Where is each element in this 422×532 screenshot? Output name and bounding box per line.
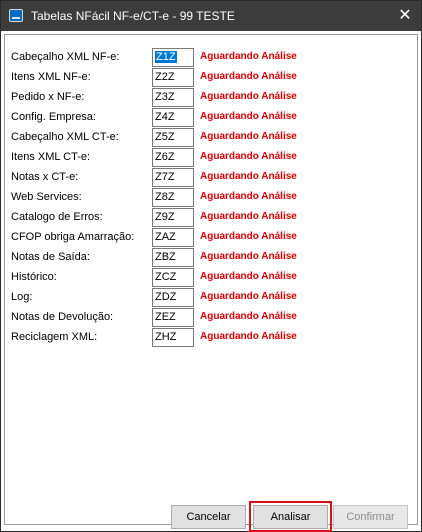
table-row: Reciclagem XML: ZHZ Aguardando Análise [5, 328, 415, 348]
title-bar: Tabelas NFácil NF-e/CT-e - 99 TESTE ✕ [1, 1, 421, 31]
row-label: CFOP obriga Amarração: [11, 231, 135, 243]
table-code-value: ZBZ [155, 251, 176, 263]
table-code-field[interactable]: Z1Z [152, 48, 194, 67]
table-row: Notas x CT-e: Z7Z Aguardando Análise [5, 168, 415, 188]
table-code-field[interactable]: ZCZ [152, 268, 194, 287]
row-label: Notas x CT-e: [11, 171, 79, 183]
status-text: Aguardando Análise [200, 271, 297, 282]
row-label: Log: [11, 291, 33, 303]
table-code-value: ZDZ [155, 291, 177, 303]
dialog-window: Tabelas NFácil NF-e/CT-e - 99 TESTE ✕ Ca… [0, 0, 422, 532]
row-label: Notas de Saída: [11, 251, 90, 263]
table-code-value: ZAZ [155, 231, 176, 243]
table-code-field[interactable]: Z8Z [152, 188, 194, 207]
table-row: CFOP obriga Amarração: ZAZ Aguardando Anál… [5, 228, 415, 248]
table-code-field[interactable]: Z2Z [152, 68, 194, 87]
status-text: Aguardando Análise [200, 91, 297, 102]
table-code-field[interactable]: Z5Z [152, 128, 194, 147]
table-row: Config. Empresa: Z4Z Aguardando Análise [5, 108, 415, 128]
status-text: Aguardando Análise [200, 51, 297, 62]
table-row: Histórico: ZCZ Aguardando Análise [5, 268, 415, 288]
table-code-field[interactable]: ZAZ [152, 228, 194, 247]
table-code-value: Z3Z [155, 91, 175, 103]
table-row: Cabeçalho XML NF-e: Z1Z Aguardando Análise [5, 48, 415, 68]
status-text: Aguardando Análise [200, 251, 297, 262]
app-icon [9, 9, 23, 22]
table-row: Catalogo de Erros: Z9Z Aguardando Análise [5, 208, 415, 228]
row-label: Pedido x NF-e: [11, 91, 85, 103]
status-text: Aguardando Análise [200, 311, 297, 322]
table-row: Cabeçalho XML CT-e: Z5Z Aguardando Análise [5, 128, 415, 148]
row-label: Itens XML NF-e: [11, 71, 91, 83]
status-text: Aguardando Análise [200, 291, 297, 302]
row-label: Cabeçalho XML CT-e: [11, 131, 119, 143]
status-text: Aguardando Análise [200, 191, 297, 202]
table-row: Itens XML CT-e: Z6Z Aguardando Análise [5, 148, 415, 168]
table-code-value: Z9Z [155, 211, 175, 223]
table-code-field[interactable]: ZDZ [152, 288, 194, 307]
row-label: Reciclagem XML: [11, 331, 98, 343]
row-label: Histórico: [11, 271, 57, 283]
table-code-value: Z7Z [155, 171, 175, 183]
status-text: Aguardando Análise [200, 171, 297, 182]
table-row: Web Services: Z8Z Aguardando Análise [5, 188, 415, 208]
table-code-field[interactable]: Z4Z [152, 108, 194, 127]
status-text: Aguardando Análise [200, 331, 297, 342]
dialog-body: Cabeçalho XML NF-e: Z1Z Aguardando Análise… [4, 34, 418, 532]
table-code-value: Z4Z [155, 111, 175, 123]
table-code-value: ZCZ [155, 271, 177, 283]
table-row: Pedido x NF-e: Z3Z Aguardando Análise [5, 88, 415, 108]
row-label: Catalogo de Erros: [11, 211, 103, 223]
table-row: Log: ZDZ Aguardando Análise [5, 288, 415, 308]
table-code-value: ZHZ [155, 331, 177, 343]
table-row: Notas de Saída: ZBZ Aguardando Análise [5, 248, 415, 268]
status-text: Aguardando Análise [200, 211, 297, 222]
table-code-field[interactable]: Z9Z [152, 208, 194, 227]
analisar-button[interactable]: Analisar [253, 505, 328, 529]
table-code-value: Z1Z [155, 51, 177, 63]
confirmar-button[interactable]: Confirmar [333, 505, 408, 529]
table-row: Notas de Devolução: ZEZ Aguardando Análise [5, 308, 415, 328]
status-text: Aguardando Análise [200, 131, 297, 142]
table-code-field[interactable]: Z3Z [152, 88, 194, 107]
row-label: Itens XML CT-e: [11, 151, 91, 163]
table-row: Itens XML NF-e: Z2Z Aguardando Análise [5, 68, 415, 88]
row-label: Cabeçalho XML NF-e: [11, 51, 120, 63]
status-text: Aguardando Análise [200, 231, 297, 242]
row-label: Config. Empresa: [11, 111, 96, 123]
table-code-field[interactable]: ZHZ [152, 328, 194, 347]
table-code-field[interactable]: ZBZ [152, 248, 194, 267]
close-icon[interactable]: ✕ [395, 7, 415, 25]
status-text: Aguardando Análise [200, 71, 297, 82]
row-label: Web Services: [11, 191, 82, 203]
table-code-value: Z6Z [155, 151, 175, 163]
row-label: Notas de Devolução: [11, 311, 114, 323]
cancel-button[interactable]: Cancelar [171, 505, 246, 529]
table-code-value: Z2Z [155, 71, 175, 83]
status-text: Aguardando Análise [200, 151, 297, 162]
table-code-value: ZEZ [155, 311, 176, 323]
table-code-field[interactable]: Z7Z [152, 168, 194, 187]
table-code-field[interactable]: Z6Z [152, 148, 194, 167]
table-code-field[interactable]: ZEZ [152, 308, 194, 327]
window-title: Tabelas NFácil NF-e/CT-e - 99 TESTE [31, 9, 235, 23]
table-code-value: Z8Z [155, 191, 175, 203]
table-code-value: Z5Z [155, 131, 175, 143]
status-text: Aguardando Análise [200, 111, 297, 122]
